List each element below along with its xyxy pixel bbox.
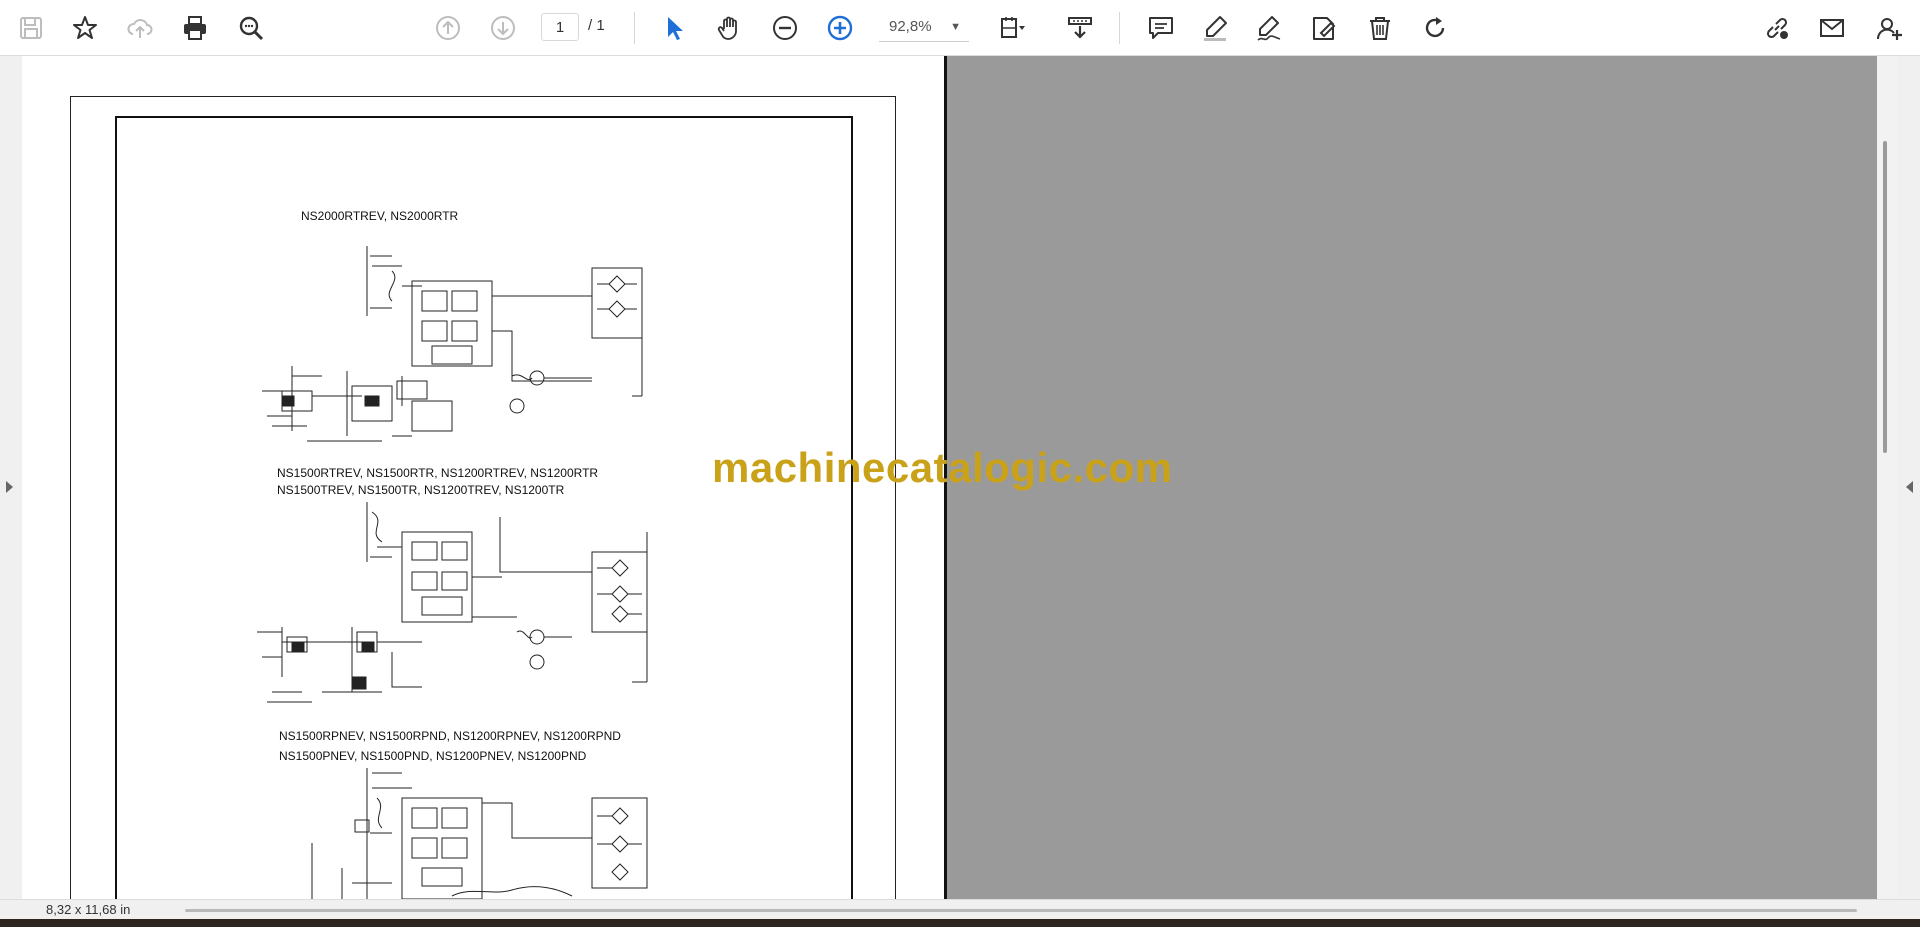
- section-title-ns1500-2: NS1500TREV, NS1500TR, NS1200TREV, NS1200…: [277, 483, 565, 497]
- section-title-ns1500-1: NS1500RTREV, NS1500RTR, NS1200RTREV, NS1…: [277, 466, 599, 480]
- toolbar-divider: [634, 12, 635, 44]
- add-user-icon[interactable]: [1871, 10, 1907, 46]
- scroll-mode-icon[interactable]: [1062, 10, 1098, 46]
- zoom-out-icon[interactable]: [767, 10, 803, 46]
- watermark-text: machinecatalogic.com: [712, 444, 1173, 491]
- zoom-level-value: 92,8%: [889, 18, 932, 35]
- email-icon[interactable]: [1814, 10, 1850, 46]
- horizontal-scrollbar[interactable]: [185, 909, 1857, 912]
- document-viewport[interactable]: NS2000RTREV, NS2000RTR NS1500RTREV, NS15…: [0, 56, 1920, 899]
- share-link-icon[interactable]: [1759, 10, 1795, 46]
- status-bar: 8,32 x 11,68 in: [0, 899, 1920, 920]
- comment-icon[interactable]: [1143, 10, 1179, 46]
- right-panel-toggle[interactable]: [1897, 56, 1920, 899]
- section-title-ns2000: NS2000RTREV, NS2000RTR: [301, 209, 459, 223]
- section-title-ns1500-4: NS1500PNEV, NS1500PND, NS1200PNEV, NS120…: [279, 749, 587, 763]
- left-panel-toggle[interactable]: [0, 56, 22, 899]
- section-title-ns1500-3: NS1500RPNEV, NS1500RPND, NS1200RPNEV, NS…: [279, 729, 621, 743]
- current-page-input[interactable]: 1: [541, 13, 579, 41]
- delete-icon[interactable]: [1362, 10, 1398, 46]
- save-icon[interactable]: [13, 10, 49, 46]
- hydraulic-schematic-2: [257, 502, 648, 703]
- cloud-upload-icon[interactable]: [122, 10, 158, 46]
- hydraulic-schematic-3: [311, 768, 648, 899]
- highlight-icon[interactable]: [1197, 10, 1233, 46]
- page-total: / 1: [588, 17, 605, 34]
- page-up-icon[interactable]: [430, 10, 466, 46]
- vertical-scrollbar-thumb[interactable]: [1883, 141, 1887, 453]
- page-fit-icon[interactable]: [994, 10, 1030, 46]
- stamp-icon[interactable]: [1306, 10, 1342, 46]
- toolbar-divider: [1119, 12, 1120, 44]
- chevron-down-icon: ▼: [950, 21, 961, 33]
- page-down-icon[interactable]: [485, 10, 521, 46]
- sign-icon[interactable]: [1251, 10, 1287, 46]
- zoom-search-icon[interactable]: [233, 10, 269, 46]
- hydraulic-schematic-1: [262, 246, 643, 442]
- print-icon[interactable]: [177, 10, 213, 46]
- vertical-scrollbar[interactable]: [1877, 56, 1897, 899]
- toolbar: 1 / 1 92,8% ▼: [0, 0, 1920, 56]
- zoom-level-select[interactable]: 92,8% ▼: [879, 12, 969, 42]
- star-icon[interactable]: [67, 10, 103, 46]
- select-cursor-icon[interactable]: [656, 10, 692, 46]
- expand-left-panel-icon[interactable]: [6, 481, 13, 493]
- taskbar-strip: [0, 919, 1920, 927]
- rotate-icon[interactable]: [1417, 10, 1453, 46]
- hand-icon[interactable]: [712, 10, 748, 46]
- zoom-in-icon[interactable]: [822, 10, 858, 46]
- page-size-label: 8,32 x 11,68 in: [46, 902, 131, 917]
- expand-right-panel-icon[interactable]: [1906, 481, 1913, 493]
